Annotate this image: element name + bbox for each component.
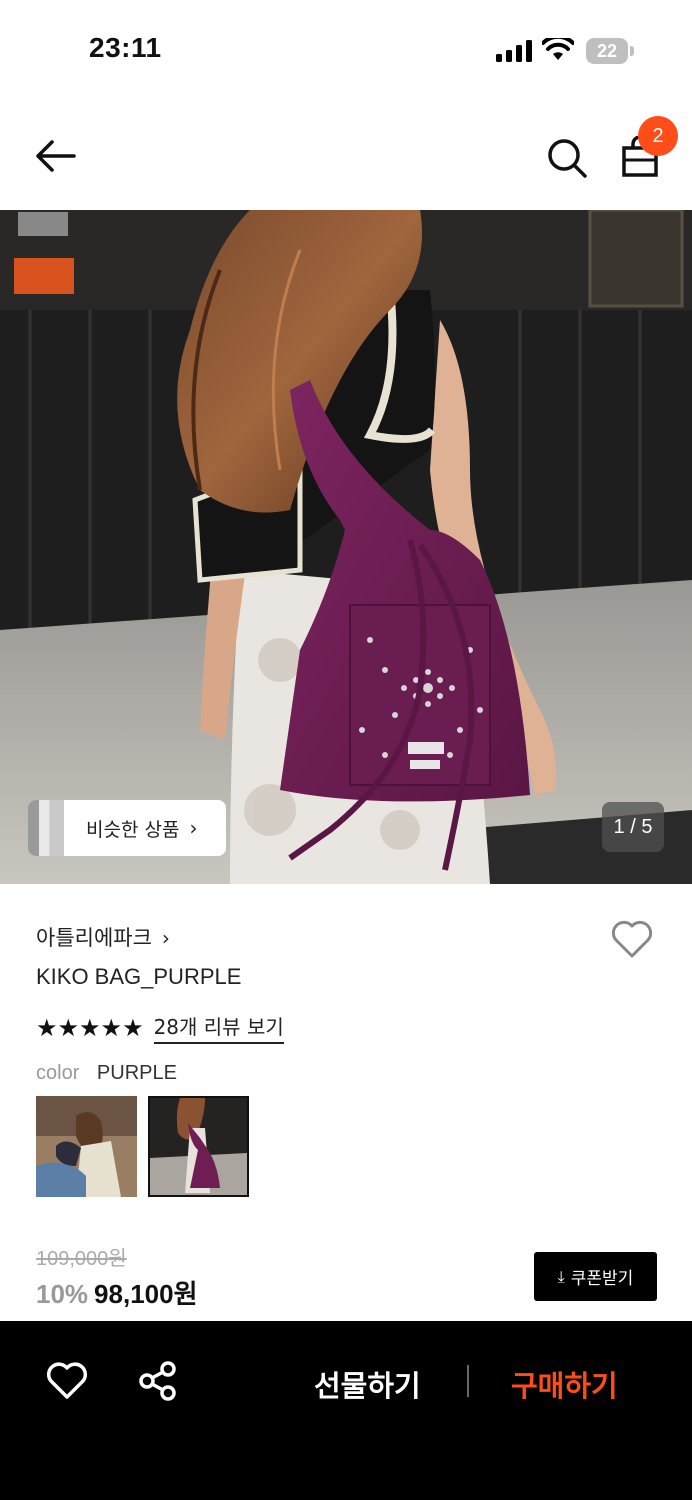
wishlist-heart-icon[interactable]	[610, 918, 654, 960]
color-swatch-option-selected[interactable]	[148, 1096, 249, 1197]
rating-stars-icon: ★★★★★	[36, 1013, 144, 1042]
status-time: 23:11	[89, 32, 162, 63]
discount-rate: 10%	[36, 1279, 89, 1309]
coupon-label: 쿠폰받기	[570, 1269, 634, 1289]
status-bar: 23:11 22	[0, 0, 692, 100]
similar-products-label: 비슷한 상품	[86, 818, 180, 841]
coupon-download-button[interactable]: ⤓ 쿠폰받기	[534, 1252, 657, 1301]
original-price: 109,000원	[36, 1248, 127, 1270]
share-icon[interactable]	[138, 1361, 178, 1401]
product-name: KIKO BAG_PURPLE	[36, 964, 242, 989]
similar-products-thumbnail	[28, 800, 64, 856]
bottom-action-bar: 선물하기 구매하기	[0, 1321, 692, 1500]
color-swatch-option[interactable]	[36, 1096, 137, 1197]
gift-button[interactable]: 선물하기	[314, 1363, 421, 1405]
review-link[interactable]: 28개 리뷰 보기	[153, 1011, 284, 1044]
wifi-icon	[542, 38, 574, 60]
option-label: color	[36, 1062, 80, 1084]
top-nav	[0, 100, 692, 210]
price-row: 10% 98,100원	[36, 1274, 198, 1311]
image-pager-indicator: 1 / 5	[602, 802, 664, 852]
product-image-carousel[interactable]: 비슷한 상품 › 1 / 5	[0, 210, 692, 884]
color-option-row: color PURPLE	[36, 1062, 177, 1085]
buy-button[interactable]: 구매하기	[511, 1363, 618, 1405]
cellular-signal-icon	[496, 40, 532, 62]
sale-price: 98,100원	[94, 1279, 198, 1309]
back-arrow-icon[interactable]	[30, 134, 80, 178]
download-icon: ⤓	[557, 1266, 565, 1286]
product-photo	[0, 210, 692, 884]
brand-link[interactable]: 아틀리에파크 ›	[36, 922, 170, 952]
brand-name: 아틀리에파크	[36, 926, 152, 950]
chevron-right-icon: ›	[161, 926, 170, 950]
search-icon[interactable]	[545, 136, 589, 180]
heart-icon[interactable]	[46, 1361, 88, 1401]
rating-row: ★★★★★ 28개 리뷰 보기	[36, 1011, 284, 1044]
battery-icon: 22	[586, 38, 634, 64]
divider	[467, 1365, 469, 1397]
chevron-right-icon: ›	[189, 816, 198, 840]
similar-products-button[interactable]: 비슷한 상품 ›	[28, 800, 226, 856]
cart-count-badge: 2	[638, 116, 678, 156]
option-value: PURPLE	[96, 1062, 177, 1084]
battery-level: 22	[596, 41, 618, 61]
